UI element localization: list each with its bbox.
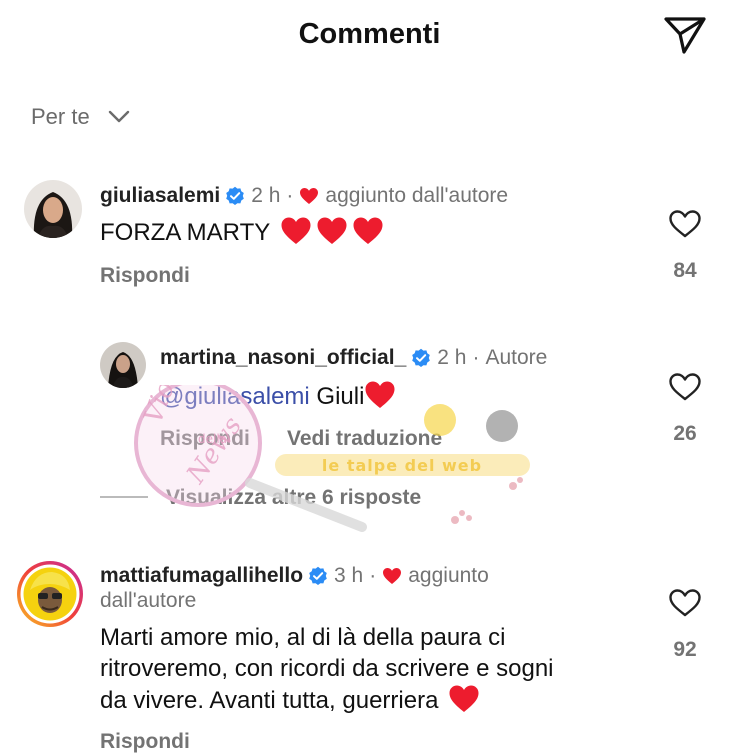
like-count: 26 — [673, 422, 697, 445]
mention-link[interactable]: @giuliasalemi — [160, 383, 310, 410]
author-liked-badge: aggiunto dall'autore — [325, 184, 509, 207]
reply-button[interactable]: Rispondi — [160, 427, 250, 451]
see-translation-button[interactable]: Vedi traduzione — [287, 427, 442, 451]
filter-label: Per te — [31, 104, 90, 129]
avatar[interactable] — [16, 560, 84, 628]
heart-icon — [383, 568, 402, 584]
heart-emoji-icon — [281, 217, 311, 244]
like-icon[interactable] — [668, 209, 702, 239]
username[interactable]: giuliasalemi — [100, 184, 220, 208]
username[interactable]: martina_nasoni_official_ — [160, 346, 406, 370]
like-icon[interactable] — [668, 372, 702, 402]
comment-text: Marti amore mio, al di là della paura ci… — [100, 624, 554, 714]
timestamp: 3 h — [334, 564, 364, 587]
reply-button[interactable]: Rispondi — [100, 264, 190, 288]
page-title: Commenti — [298, 18, 441, 50]
verified-icon — [226, 186, 245, 205]
sort-filter[interactable]: Per te — [31, 100, 130, 134]
author-badge: Autore — [485, 346, 548, 369]
comment-header: giuliasalemi 2 h · aggiunto dall'autore — [100, 184, 509, 208]
heart-icon — [300, 188, 319, 204]
verified-icon — [309, 566, 327, 585]
like-icon[interactable] — [668, 588, 702, 618]
comment-text: @giuliasalemi Giuli — [160, 380, 396, 412]
reply-button[interactable]: Rispondi — [100, 730, 190, 754]
comment-text: FORZA MARTY — [100, 216, 384, 248]
header: Commenti — [0, 0, 739, 80]
avatar[interactable] — [100, 342, 146, 388]
view-more-replies-button[interactable]: Visualizza altre 6 risposte — [166, 486, 421, 510]
heart-emoji-icon — [365, 381, 395, 408]
author-liked-badge: aggiunto — [408, 564, 489, 587]
author-liked-badge-cont: dall'autore — [100, 589, 197, 612]
paper-plane-icon[interactable] — [662, 14, 708, 56]
heart-emoji-icon — [353, 217, 383, 244]
heart-emoji-icon — [449, 685, 479, 712]
username[interactable]: mattiafumagallihello — [100, 564, 303, 588]
like-count: 92 — [673, 638, 697, 661]
chevron-down-icon — [108, 110, 129, 123]
like-count: 84 — [673, 259, 697, 282]
svg-text:le talpe del web: le talpe del web — [322, 456, 482, 475]
avatar[interactable] — [24, 180, 82, 238]
heart-emoji-icon — [317, 217, 347, 244]
logo-watermark: le talpe del web — [275, 404, 530, 524]
verified-icon — [412, 348, 431, 367]
comment-header: martina_nasoni_official_ 2 h · Autore — [160, 346, 548, 370]
timestamp: 2 h — [251, 184, 281, 207]
timestamp: 2 h — [437, 346, 467, 369]
comment-header: mattiafumagallihello 3 h · aggiunto — [100, 564, 489, 588]
divider — [100, 496, 148, 498]
